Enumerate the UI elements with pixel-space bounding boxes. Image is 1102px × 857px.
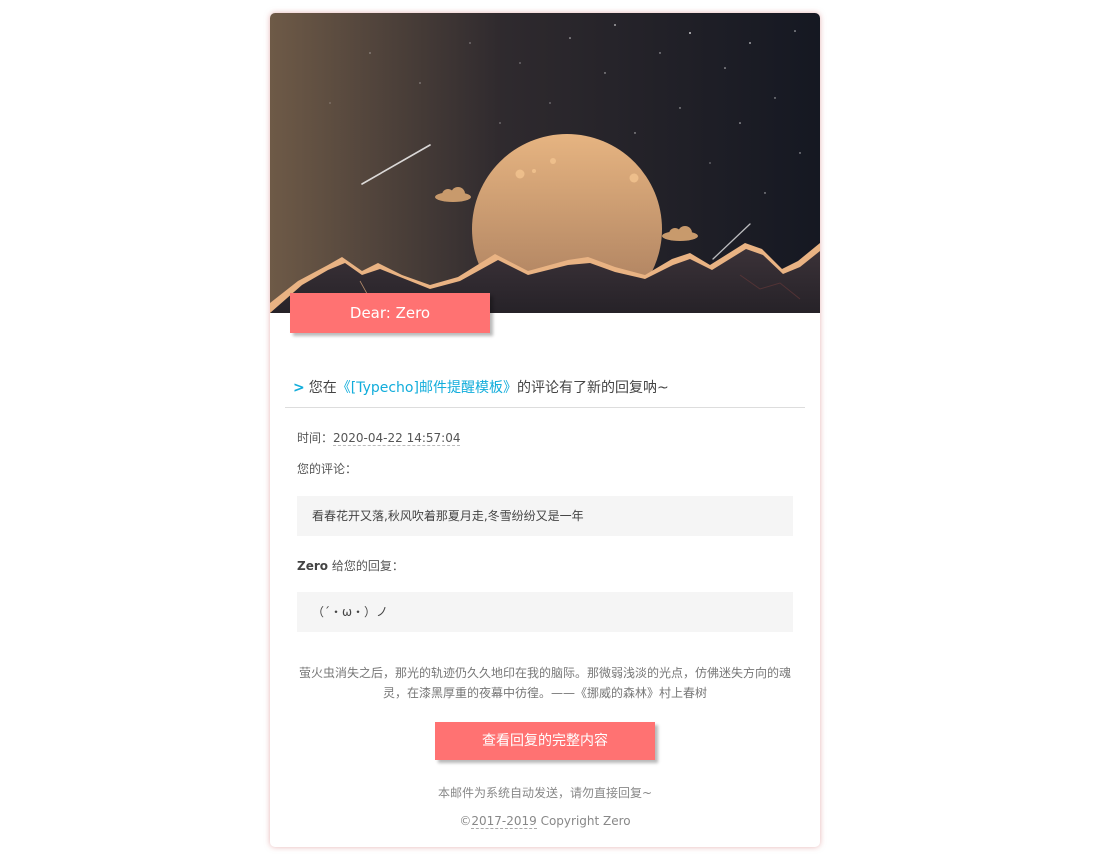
time-row: 时间：2020-04-22 14:57:04 xyxy=(297,429,461,446)
reply-label: 给您的回复： xyxy=(328,559,404,573)
post-title-link[interactable]: 《[Typecho]邮件提醒模板》 xyxy=(337,380,517,396)
time-label: 时间： xyxy=(297,431,334,445)
headline-prefix: 您在 xyxy=(308,380,337,396)
your-comment-box: 看春花开又落,秋风吹着那夏月走,冬雪纷纷又是一年 xyxy=(297,496,793,536)
literary-quote-line2: 灵，在漆黑厚重的夜幕中彷徨。——《挪威的森林》村上春树 xyxy=(382,686,707,700)
greeting-ribbon: Dear: Zero xyxy=(290,293,490,333)
copyright-symbol: © xyxy=(459,814,472,828)
headline-suffix: 的评论有了新的回复呐~ xyxy=(516,380,669,396)
reply-header: Zero 给您的回复： xyxy=(297,557,404,574)
auto-sent-notice: 本邮件为系统自动发送，请勿直接回复~ xyxy=(437,786,653,800)
literary-quote: 萤火虫消失之后，那光的轨迹仍久久地印在我的脑际。那微弱浅淡的光点，仿佛迷失方向的… xyxy=(295,663,795,703)
headline-divider xyxy=(285,407,805,408)
header-banner-image xyxy=(270,13,820,313)
time-value: 2020-04-22 14:57:04 xyxy=(333,431,461,446)
literary-quote-line1: 萤火虫消失之后，那光的轨迹仍久久地印在我的脑际。那微弱浅淡的光点，仿佛迷失方向的… xyxy=(298,666,791,680)
copyright-years: 2017-2019 xyxy=(471,814,537,829)
email-card: Dear: Zero > 您在《[Typecho]邮件提醒模板》的评论有了新的回复… xyxy=(270,13,820,847)
copyright: ©2017-2019 Copyright Zero xyxy=(270,814,820,829)
view-full-reply-button[interactable]: 查看回复的完整内容 xyxy=(435,722,655,760)
reply-box: （´・ω・）ノ xyxy=(297,592,793,632)
notification-headline: > 您在《[Typecho]邮件提醒模板》的评论有了新的回复呐~ xyxy=(293,377,669,397)
your-comment-label: 您的评论： xyxy=(297,462,358,476)
copyright-owner: Copyright Zero xyxy=(536,814,631,828)
replier-name: Zero xyxy=(297,559,329,573)
headline-arrow: > xyxy=(293,380,305,396)
